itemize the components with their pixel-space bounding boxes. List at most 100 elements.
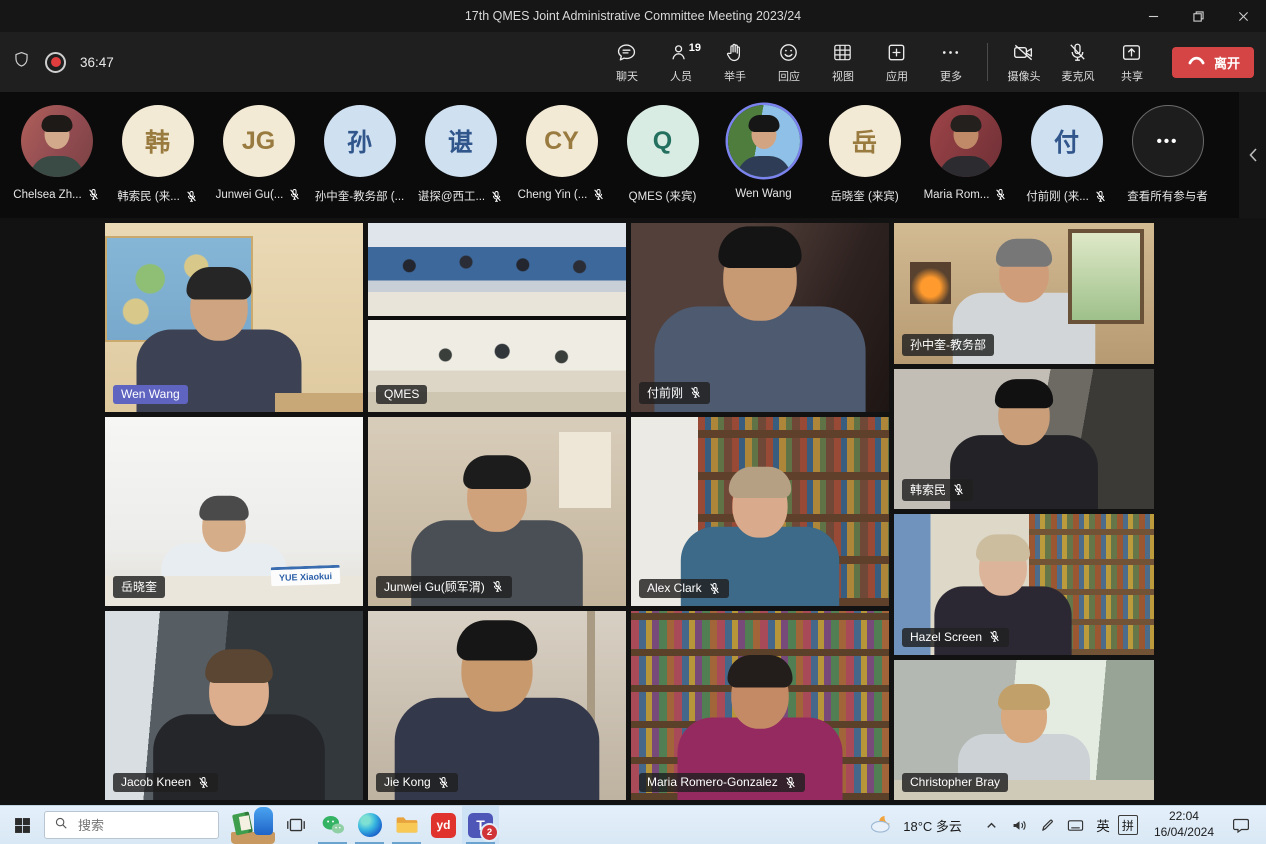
avatar-initials: 岳 [852,123,877,159]
video-scene [368,223,626,412]
action-center-button[interactable] [1224,806,1258,844]
toolbar-button-label: 麦克风 [1061,68,1094,84]
participant-name: Wen Wang [735,188,791,200]
desk-nameplate: YUE Xiaokui [270,565,340,586]
video-tile[interactable]: Jacob Kneen [105,611,363,800]
video-tile[interactable]: Wen Wang [105,223,363,412]
camera-off-button[interactable]: 摄像头 [998,41,1050,84]
share-button[interactable]: 共享 [1106,41,1158,84]
participant-name: 谌探@西工... [418,188,485,204]
weather-widget[interactable]: 18°C 多云 [869,812,962,839]
restore-button[interactable] [1176,0,1221,32]
toolbar-button-label: 回应 [778,68,800,84]
mic-off-button[interactable]: 麦克风 [1052,41,1104,84]
raise-hand-button[interactable]: 举手 [709,41,761,84]
taskbar-search[interactable] [44,811,219,839]
search-input[interactable] [76,817,209,834]
participant-strip-item[interactable]: 岳 岳晓奎 (来宾) [814,92,915,218]
video-tile[interactable]: Junwei Gu(顾军渭) [368,417,626,606]
mic-muted-icon [689,386,702,399]
file-explorer-icon[interactable] [388,806,425,844]
mic-muted-icon [490,190,503,203]
avatar: 谌 [425,105,497,177]
toolbar-button-label: 视图 [832,68,854,84]
youdao-icon[interactable]: yd [425,806,462,844]
touch-keyboard-icon[interactable] [1062,806,1090,844]
participant-strip-item[interactable]: JG Junwei Gu(... [208,92,309,218]
participant-name: 查看所有参与者 [1127,188,1208,204]
video-tile[interactable]: Hazel Screen [894,514,1154,655]
window-titlebar: 17th QMES Joint Administrative Committee… [0,0,1266,32]
video-tile[interactable]: 韩索民 [894,369,1154,510]
participant-name-label: Jie Kong [376,773,458,792]
task-view-button[interactable] [277,806,314,844]
video-tile[interactable]: Jie Kong [368,611,626,800]
toolbar-button-label: 共享 [1121,68,1143,84]
more-button[interactable]: 更多 [925,41,977,84]
participant-strip-item[interactable]: Q QMES (来宾) [612,92,713,218]
video-tile[interactable]: 孙中奎-教务部 [894,223,1154,364]
participant-strip-item[interactable]: Wen Wang [713,92,814,218]
react-button[interactable]: 回应 [763,41,815,84]
participant-strip: Chelsea Zh... 韩 韩索民 (来... JG Junwei Gu(.… [0,92,1266,218]
video-tile[interactable]: Maria Romero-Gonzalez [631,611,889,800]
teams-icon[interactable]: T 2 [462,806,499,844]
participant-name-label: 付前刚 [639,382,710,404]
participant-strip-item[interactable]: 韩 韩索民 (来... [107,92,208,218]
chat-icon [615,41,638,65]
participant-strip-item[interactable]: 付 付前刚 (来... [1016,92,1117,218]
ime-language-button[interactable]: 英 [1090,815,1116,835]
close-button[interactable] [1221,0,1266,32]
participant-strip-item[interactable]: Chelsea Zh... [6,92,107,218]
participant-name: Cheng Yin (... [518,189,588,201]
teams-notification-badge: 2 [480,823,499,842]
participant-name-label: Jacob Kneen [113,773,218,792]
ime-mode-button[interactable]: 拼 [1118,815,1138,835]
raise-hand-icon [723,41,746,65]
participant-strip-item[interactable]: 孙 孙中奎-教务部 (... [309,92,410,218]
participant-name-label: Christopher Bray [902,773,1008,792]
tray-overflow-button[interactable] [978,806,1006,844]
apps-button[interactable]: 应用 [871,41,923,84]
chat-button[interactable]: 聊天 [601,41,653,84]
mic-muted-icon [592,188,605,201]
view-all-participants-button[interactable]: ••• 查看所有参与者 [1117,92,1218,218]
pen-icon[interactable] [1034,806,1062,844]
avatar: 韩 [122,105,194,177]
avatar [930,105,1002,177]
wechat-icon[interactable] [314,806,351,844]
participant-name-label: 岳晓奎 [113,576,165,598]
taskbar-clock[interactable]: 22:04 16/04/2024 [1154,809,1214,840]
view-button[interactable]: 视图 [817,41,869,84]
start-button[interactable] [0,806,44,844]
minimize-button[interactable] [1131,0,1176,32]
video-scene [631,611,889,800]
mic-muted-icon [784,776,797,789]
participant-name: 付前刚 (来... [1026,188,1089,204]
desk-wallpaper-icon[interactable] [229,798,277,844]
leave-button[interactable]: 离开 [1172,47,1254,78]
more-icon [939,41,962,65]
overflow-dots-icon: ••• [1157,133,1179,150]
collapse-strip-button[interactable] [1239,92,1266,218]
video-tile[interactable]: 付前刚 [631,223,889,412]
mic-muted-icon [708,582,721,595]
video-tile[interactable]: Christopher Bray [894,660,1154,801]
video-tile[interactable]: Alex Clark [631,417,889,606]
view-icon [831,41,854,65]
people-button[interactable]: 19 人员 [655,41,707,84]
video-tile[interactable]: QMES [368,223,626,412]
count-badge: 19 [689,42,701,54]
video-tile[interactable]: 岳晓奎 YUE Xiaokui [105,417,363,606]
camera-off-icon [1012,41,1035,65]
avatar-initials: Q [653,127,672,156]
avatar-initials: JG [242,127,275,156]
participant-name: 孙中奎-教务部 (... [315,188,404,204]
participant-strip-item[interactable]: 谌 谌探@西工... [410,92,511,218]
volume-icon[interactable] [1006,806,1034,844]
participant-name: QMES (来宾) [629,188,697,204]
participant-strip-item[interactable]: CY Cheng Yin (... [511,92,612,218]
edge-icon[interactable] [351,806,388,844]
participant-strip-item[interactable]: Maria Rom... [915,92,1016,218]
participant-name-label: 韩索民 [902,479,973,501]
